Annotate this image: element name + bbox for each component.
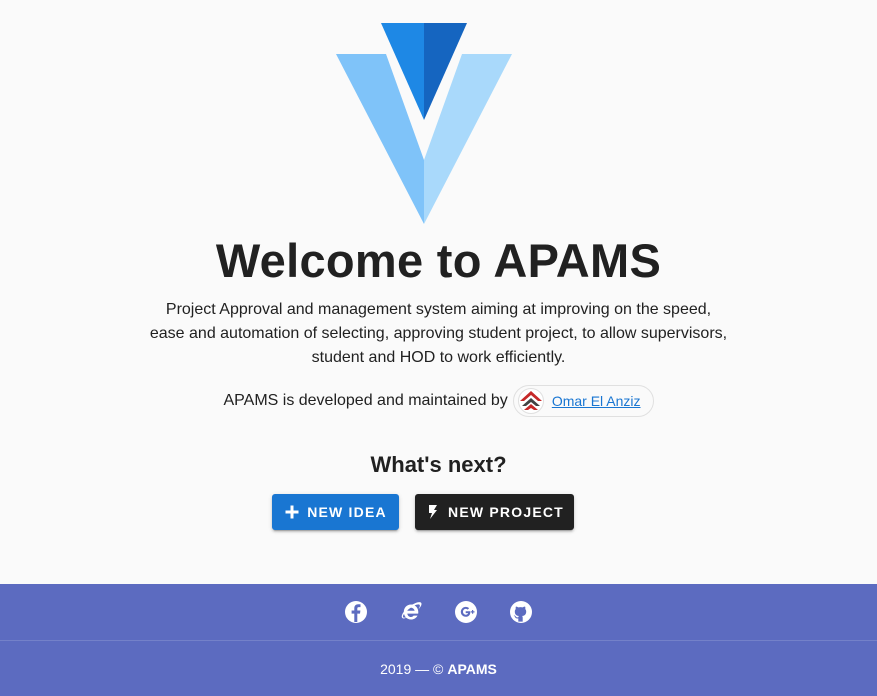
copyright-separator: — xyxy=(415,660,430,677)
credit-row: APAMS is developed and maintained by Oma… xyxy=(0,385,877,417)
social-links xyxy=(0,584,877,640)
google-icon[interactable] xyxy=(454,600,478,624)
new-idea-label: New Idea xyxy=(307,504,387,520)
page-title: Welcome to APAMS xyxy=(215,234,662,287)
app-description: Project Approval and management system a… xyxy=(120,298,757,370)
new-project-button[interactable]: New Project xyxy=(415,494,574,530)
author-link[interactable]: Omar El Anziz xyxy=(552,393,641,409)
plus-icon xyxy=(285,505,299,519)
copyright-brand: APAMS xyxy=(447,660,497,677)
new-project-label: New Project xyxy=(448,504,564,520)
main-content: Welcome to APAMS Project Approval and ma… xyxy=(0,0,877,584)
facebook-icon[interactable] xyxy=(344,600,368,624)
vuetify-logo-icon xyxy=(336,23,512,224)
description-line: ease and automation of selecting, approv… xyxy=(149,325,728,342)
github-icon[interactable] xyxy=(509,600,533,624)
description-line: student and HOD to work efficiently. xyxy=(311,349,566,366)
author-logo-icon xyxy=(517,388,544,414)
whats-next-heading: What's next? xyxy=(370,452,507,477)
copyright-year: 2019 xyxy=(380,660,412,677)
internet-explorer-icon[interactable] xyxy=(399,600,423,624)
description-line: Project Approval and management system a… xyxy=(165,301,712,318)
author-chip[interactable]: Omar El Anziz xyxy=(512,385,654,417)
copyright-symbol: © xyxy=(433,660,444,677)
flash-icon xyxy=(429,505,438,519)
credit-text: APAMS is developed and maintained by xyxy=(223,392,508,409)
new-idea-button[interactable]: New Idea xyxy=(272,494,399,530)
copyright: 2019 — © APAMS xyxy=(0,641,877,696)
footer: 2019 — © APAMS xyxy=(0,584,877,696)
